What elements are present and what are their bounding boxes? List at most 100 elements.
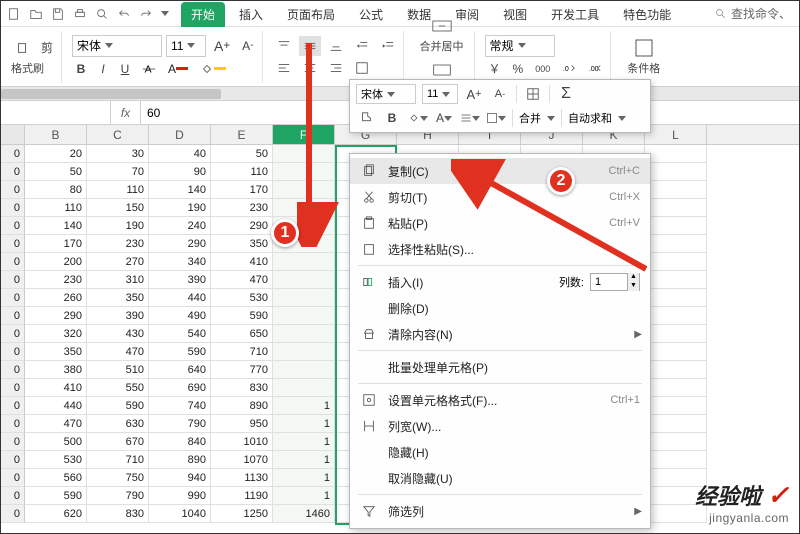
cell[interactable]: 740 (149, 397, 211, 415)
col-header-D[interactable]: D (149, 125, 211, 144)
cell[interactable] (273, 181, 335, 199)
spin-down[interactable]: ▼ (627, 282, 639, 291)
cell[interactable] (645, 451, 707, 469)
indent-inc-button[interactable] (377, 36, 399, 56)
cell[interactable]: 70 (87, 163, 149, 181)
align-bottom-button[interactable] (325, 36, 347, 56)
tab-layout[interactable]: 页面布局 (277, 2, 345, 27)
shrink-font-button[interactable]: A- (238, 36, 257, 56)
cell[interactable] (273, 163, 335, 181)
cut-button[interactable]: 剪 (37, 38, 57, 58)
cell[interactable]: 1 (273, 433, 335, 451)
cell[interactable]: 190 (149, 199, 211, 217)
cell[interactable]: 560 (25, 469, 87, 487)
cell[interactable]: 940 (149, 469, 211, 487)
italic-button[interactable]: I (94, 59, 112, 79)
align-left-button[interactable] (273, 58, 295, 78)
cell[interactable]: 110 (87, 181, 149, 199)
row-header[interactable]: 0 (1, 397, 25, 415)
cell[interactable]: 540 (149, 325, 211, 343)
row-header[interactable]: 0 (1, 451, 25, 469)
row-header[interactable]: 0 (1, 433, 25, 451)
align-center-button[interactable] (299, 58, 321, 78)
cell[interactable]: 350 (25, 343, 87, 361)
menu-insert[interactable]: 插入(I) 列数: ▲▼ (350, 269, 650, 295)
tab-review[interactable]: 审阅 (445, 2, 489, 27)
cell[interactable]: 410 (25, 379, 87, 397)
cell[interactable] (645, 307, 707, 325)
cell[interactable]: 350 (211, 235, 273, 253)
cell[interactable] (645, 271, 707, 289)
cell[interactable]: 950 (211, 415, 273, 433)
cell[interactable] (645, 433, 707, 451)
menu-paste[interactable]: 粘贴(P) Ctrl+V (350, 210, 650, 236)
cell[interactable]: 670 (87, 433, 149, 451)
cell[interactable]: 530 (211, 289, 273, 307)
cell[interactable]: 290 (25, 307, 87, 325)
cell[interactable]: 20 (25, 145, 87, 163)
mini-fill-color[interactable] (408, 108, 428, 128)
mini-shrink-font[interactable]: A- (490, 84, 510, 104)
mini-font-name[interactable]: 宋体 (356, 84, 416, 104)
cell[interactable]: 500 (25, 433, 87, 451)
cell[interactable]: 1190 (211, 487, 273, 505)
cell[interactable] (273, 271, 335, 289)
row-header[interactable]: 0 (1, 289, 25, 307)
cell[interactable]: 170 (211, 181, 273, 199)
mini-font-size[interactable]: 11 (422, 84, 458, 104)
cell[interactable]: 230 (87, 235, 149, 253)
scrollbar-thumb[interactable] (1, 89, 221, 99)
dec-inc-button[interactable]: .0 (558, 59, 580, 79)
col-header-F[interactable]: F (273, 125, 335, 144)
mini-format-painter[interactable] (356, 108, 376, 128)
strike-button[interactable]: A (138, 59, 160, 79)
cell[interactable] (645, 199, 707, 217)
cell[interactable]: 170 (25, 235, 87, 253)
col-header-C[interactable]: C (87, 125, 149, 144)
insert-cols-input[interactable] (591, 276, 627, 288)
cell[interactable]: 510 (87, 361, 149, 379)
menu-unhide[interactable]: 取消隐藏(U) (350, 465, 650, 491)
mini-borders-button[interactable] (523, 84, 543, 104)
percent-button[interactable]: % (509, 59, 528, 79)
cell[interactable] (645, 361, 707, 379)
cell[interactable] (645, 325, 707, 343)
cell[interactable] (645, 181, 707, 199)
cell[interactable]: 50 (211, 145, 273, 163)
cell[interactable]: 1250 (211, 505, 273, 523)
cell[interactable]: 150 (87, 199, 149, 217)
cell[interactable]: 410 (211, 253, 273, 271)
cell[interactable]: 990 (149, 487, 211, 505)
tab-view[interactable]: 视图 (493, 2, 537, 27)
col-header-L[interactable]: L (645, 125, 707, 144)
cell[interactable]: 1010 (211, 433, 273, 451)
cell[interactable]: 590 (149, 343, 211, 361)
cell[interactable]: 790 (87, 487, 149, 505)
search-command[interactable]: 查找命令、 (715, 5, 791, 22)
cell[interactable]: 830 (211, 379, 273, 397)
insert-cols-spinner[interactable]: ▲▼ (590, 273, 640, 291)
cell[interactable]: 1 (273, 397, 335, 415)
format-painter[interactable]: 格式刷 (11, 60, 44, 76)
tab-insert[interactable]: 插入 (229, 2, 273, 27)
cell[interactable]: 830 (87, 505, 149, 523)
cell[interactable] (273, 379, 335, 397)
menu-hide[interactable]: 隐藏(H) (350, 439, 650, 465)
row-header[interactable]: 0 (1, 487, 25, 505)
cell[interactable]: 620 (25, 505, 87, 523)
comma-button[interactable]: 000 (531, 59, 554, 79)
align-middle-button[interactable] (299, 36, 321, 56)
borders-button[interactable] (351, 58, 373, 78)
grow-font-button[interactable]: A+ (210, 36, 234, 56)
font-name-combo[interactable]: 宋体 (72, 35, 162, 57)
cell[interactable]: 230 (25, 271, 87, 289)
menu-clear[interactable]: 清除内容(N) ▶ (350, 321, 650, 347)
cell[interactable]: 140 (149, 181, 211, 199)
cell[interactable]: 390 (149, 271, 211, 289)
cell[interactable]: 590 (211, 307, 273, 325)
row-header[interactable]: 0 (1, 181, 25, 199)
cell[interactable]: 350 (87, 289, 149, 307)
cell[interactable]: 790 (149, 415, 211, 433)
row-header[interactable]: 0 (1, 307, 25, 325)
cell[interactable] (645, 397, 707, 415)
